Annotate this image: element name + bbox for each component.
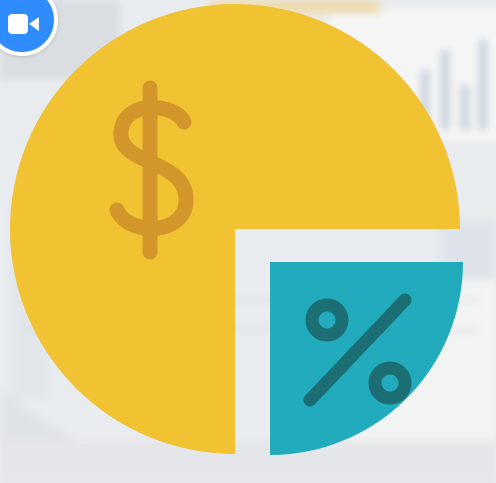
pie-chart-graphic bbox=[10, 4, 463, 455]
pie-slice-segment bbox=[270, 262, 463, 455]
video-camera-icon bbox=[8, 14, 39, 34]
image-canvas bbox=[0, 0, 496, 483]
